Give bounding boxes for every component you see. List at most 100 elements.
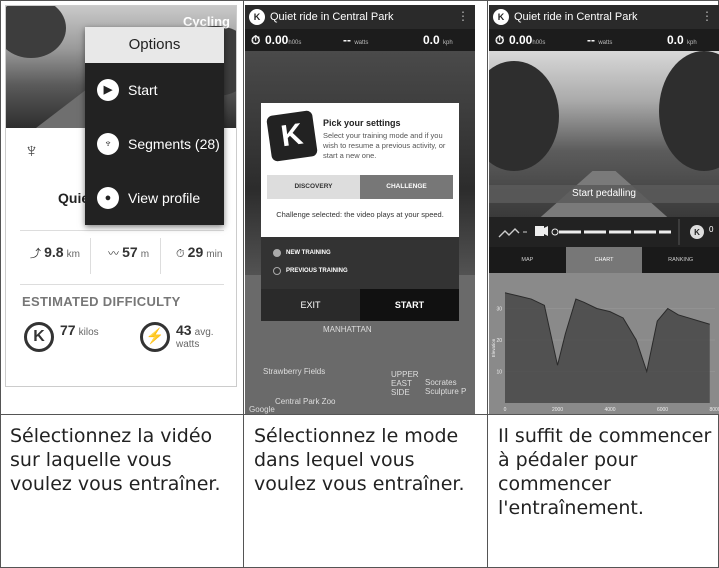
duration-value: 29 bbox=[187, 244, 204, 260]
power-value: -- bbox=[343, 33, 351, 47]
stopwatch-icon: ⏱ bbox=[251, 33, 261, 47]
stat-separator bbox=[160, 238, 161, 274]
map-label: Google bbox=[249, 405, 275, 414]
more-icon[interactable]: ⋮ bbox=[457, 9, 469, 23]
mode-description: Challenge selected: the video plays at y… bbox=[276, 210, 444, 219]
option-new-training[interactable]: NEW TRAINING bbox=[273, 249, 331, 257]
elevation-icon[interactable] bbox=[498, 228, 520, 238]
video-detail-screen: Cycling ♆ Quiet ⤴ 9.8 km 〰 57 m ⏱ 29 min… bbox=[5, 5, 237, 387]
time-metric: 0.00h00s bbox=[265, 33, 301, 47]
kilos-unit: kilos bbox=[78, 327, 99, 338]
duration-stat: ⏱ 29 min bbox=[176, 244, 222, 261]
divider bbox=[20, 284, 224, 285]
metrics-bar: ⏱ 0.00h00s -- watts 0.0 kph bbox=[489, 29, 719, 51]
radio-unselected[interactable] bbox=[273, 267, 281, 275]
app-bar: K Quiet ride in Central Park ⋮ bbox=[245, 5, 475, 29]
watts-stat: 43 avg. watts bbox=[176, 322, 236, 350]
tab-map[interactable]: MAP bbox=[489, 247, 566, 273]
speed-value: 0.0 bbox=[423, 33, 440, 47]
column-divider bbox=[487, 0, 488, 568]
time-unit: h00s bbox=[532, 40, 546, 46]
y-tick-label: 20 bbox=[496, 338, 502, 344]
speed-value: 0.0 bbox=[667, 33, 684, 47]
tab-ranking[interactable]: RANKING bbox=[642, 247, 719, 273]
settings-dialog: K Pick your settings Select your trainin… bbox=[261, 103, 459, 321]
x-tick-label: 4000 bbox=[604, 407, 615, 413]
kilos-value: 77 bbox=[60, 322, 76, 338]
time-metric: 0.00h00s bbox=[509, 33, 545, 47]
x-tick-label: 8000 bbox=[709, 407, 719, 413]
metrics-bar: ⏱ 0.00h00s -- watts 0.0 kph bbox=[245, 29, 475, 51]
x-tick-label: 0 bbox=[504, 407, 507, 413]
tree-shape bbox=[659, 51, 719, 171]
tab-label: DISCOVERY bbox=[294, 183, 333, 190]
video-title: Quiet ride in Central Park bbox=[270, 11, 394, 23]
kinomap-logo: K bbox=[266, 110, 318, 162]
play-icon: ▶ bbox=[97, 79, 119, 101]
video-title: Quiet ride in Central Park bbox=[514, 11, 638, 23]
bottom-tabs: MAP CHART RANKING bbox=[489, 247, 719, 273]
caption-3: Il suffit de commencer à pédaler pour co… bbox=[498, 425, 712, 519]
radio-selected[interactable] bbox=[273, 249, 281, 257]
tab-label: CHART bbox=[594, 257, 614, 263]
kilos-icon-letter: K bbox=[694, 228, 700, 237]
route-icon: ♆ bbox=[97, 133, 119, 155]
power-unit: watts bbox=[354, 40, 369, 46]
menu-item-view-profile[interactable]: ● View profile bbox=[97, 187, 200, 209]
start-button[interactable]: START bbox=[360, 289, 459, 321]
distance-value: 9.8 bbox=[44, 244, 64, 260]
dialog-title: Pick your settings bbox=[323, 118, 401, 128]
tab-discovery[interactable]: DISCOVERY bbox=[267, 175, 360, 199]
map-label: MANHATTAN bbox=[323, 325, 372, 334]
power-metric: -- watts bbox=[343, 33, 368, 47]
elevation-value: 57 bbox=[122, 244, 138, 260]
option-previous-training[interactable]: PREVIOUS TRAINING bbox=[273, 267, 348, 275]
speed-metric: 0.0 kph bbox=[667, 33, 697, 47]
tree-shape bbox=[6, 6, 66, 58]
elevation-area bbox=[505, 292, 710, 403]
watts-value: 43 bbox=[176, 322, 192, 338]
app-bar: K Quiet ride in Central Park ⋮ bbox=[489, 5, 719, 29]
option-label: NEW TRAINING bbox=[286, 250, 331, 256]
tab-challenge[interactable]: CHALLENGE bbox=[360, 175, 453, 199]
training-options: NEW TRAINING PREVIOUS TRAINING bbox=[261, 237, 459, 289]
x-tick-label: 6000 bbox=[657, 407, 668, 413]
user-icon: ● bbox=[97, 187, 119, 209]
menu-item-label: View profile bbox=[128, 190, 201, 206]
map-label: Socrates Sculpture P bbox=[425, 378, 467, 396]
riding-screen: K Quiet ride in Central Park ⋮ ⏱ 0.00h00… bbox=[489, 5, 719, 414]
column-divider bbox=[243, 0, 244, 568]
bolt-icon: ⚡ bbox=[140, 322, 170, 352]
map-label: Central Park Zoo bbox=[275, 397, 336, 406]
stat-separator bbox=[90, 238, 91, 274]
time-value: 0.00 bbox=[265, 33, 289, 47]
controls-graphics: K bbox=[498, 219, 704, 245]
time-unit: h00s bbox=[288, 40, 302, 46]
exit-button[interactable]: EXIT bbox=[261, 289, 360, 321]
elevation-unit: m bbox=[140, 249, 150, 260]
progress-thumb[interactable] bbox=[551, 228, 559, 236]
menu-item-start[interactable]: ▶ Start bbox=[97, 79, 158, 101]
power-metric: -- watts bbox=[587, 33, 612, 47]
video-toggle-icon[interactable] bbox=[544, 226, 548, 236]
tab-chart[interactable]: CHART bbox=[565, 247, 643, 273]
menu-item-segments[interactable]: ♆ Segments (28) bbox=[97, 133, 220, 155]
tree-shape bbox=[489, 61, 559, 171]
route-icon: ♆ bbox=[24, 140, 39, 162]
difficulty-heading: ESTIMATED DIFFICULTY bbox=[22, 294, 181, 309]
options-menu: Options ▶ Start ♆ Segments (28) ● View p… bbox=[85, 27, 224, 225]
start-pedalling-banner: Start pedalling bbox=[489, 185, 719, 203]
stopwatch-icon: ⏱ bbox=[176, 248, 185, 260]
mode-tabs: DISCOVERY CHALLENGE bbox=[267, 175, 453, 199]
speed-unit: kph bbox=[687, 40, 697, 46]
caption-2: Sélectionnez le mode dans lequel vous vo… bbox=[254, 425, 465, 495]
kilos-stat: 77 kilos bbox=[60, 322, 99, 338]
back-logo-icon[interactable]: K bbox=[493, 9, 509, 25]
back-logo-icon[interactable]: K bbox=[249, 9, 265, 25]
elevation-icon: 〰 bbox=[108, 248, 119, 260]
video-toggle-icon[interactable] bbox=[535, 226, 544, 236]
stopwatch-icon: ⏱ bbox=[495, 33, 505, 47]
more-icon[interactable]: ⋮ bbox=[701, 9, 713, 23]
tab-label: MAP bbox=[521, 257, 534, 263]
power-value: -- bbox=[587, 33, 595, 47]
